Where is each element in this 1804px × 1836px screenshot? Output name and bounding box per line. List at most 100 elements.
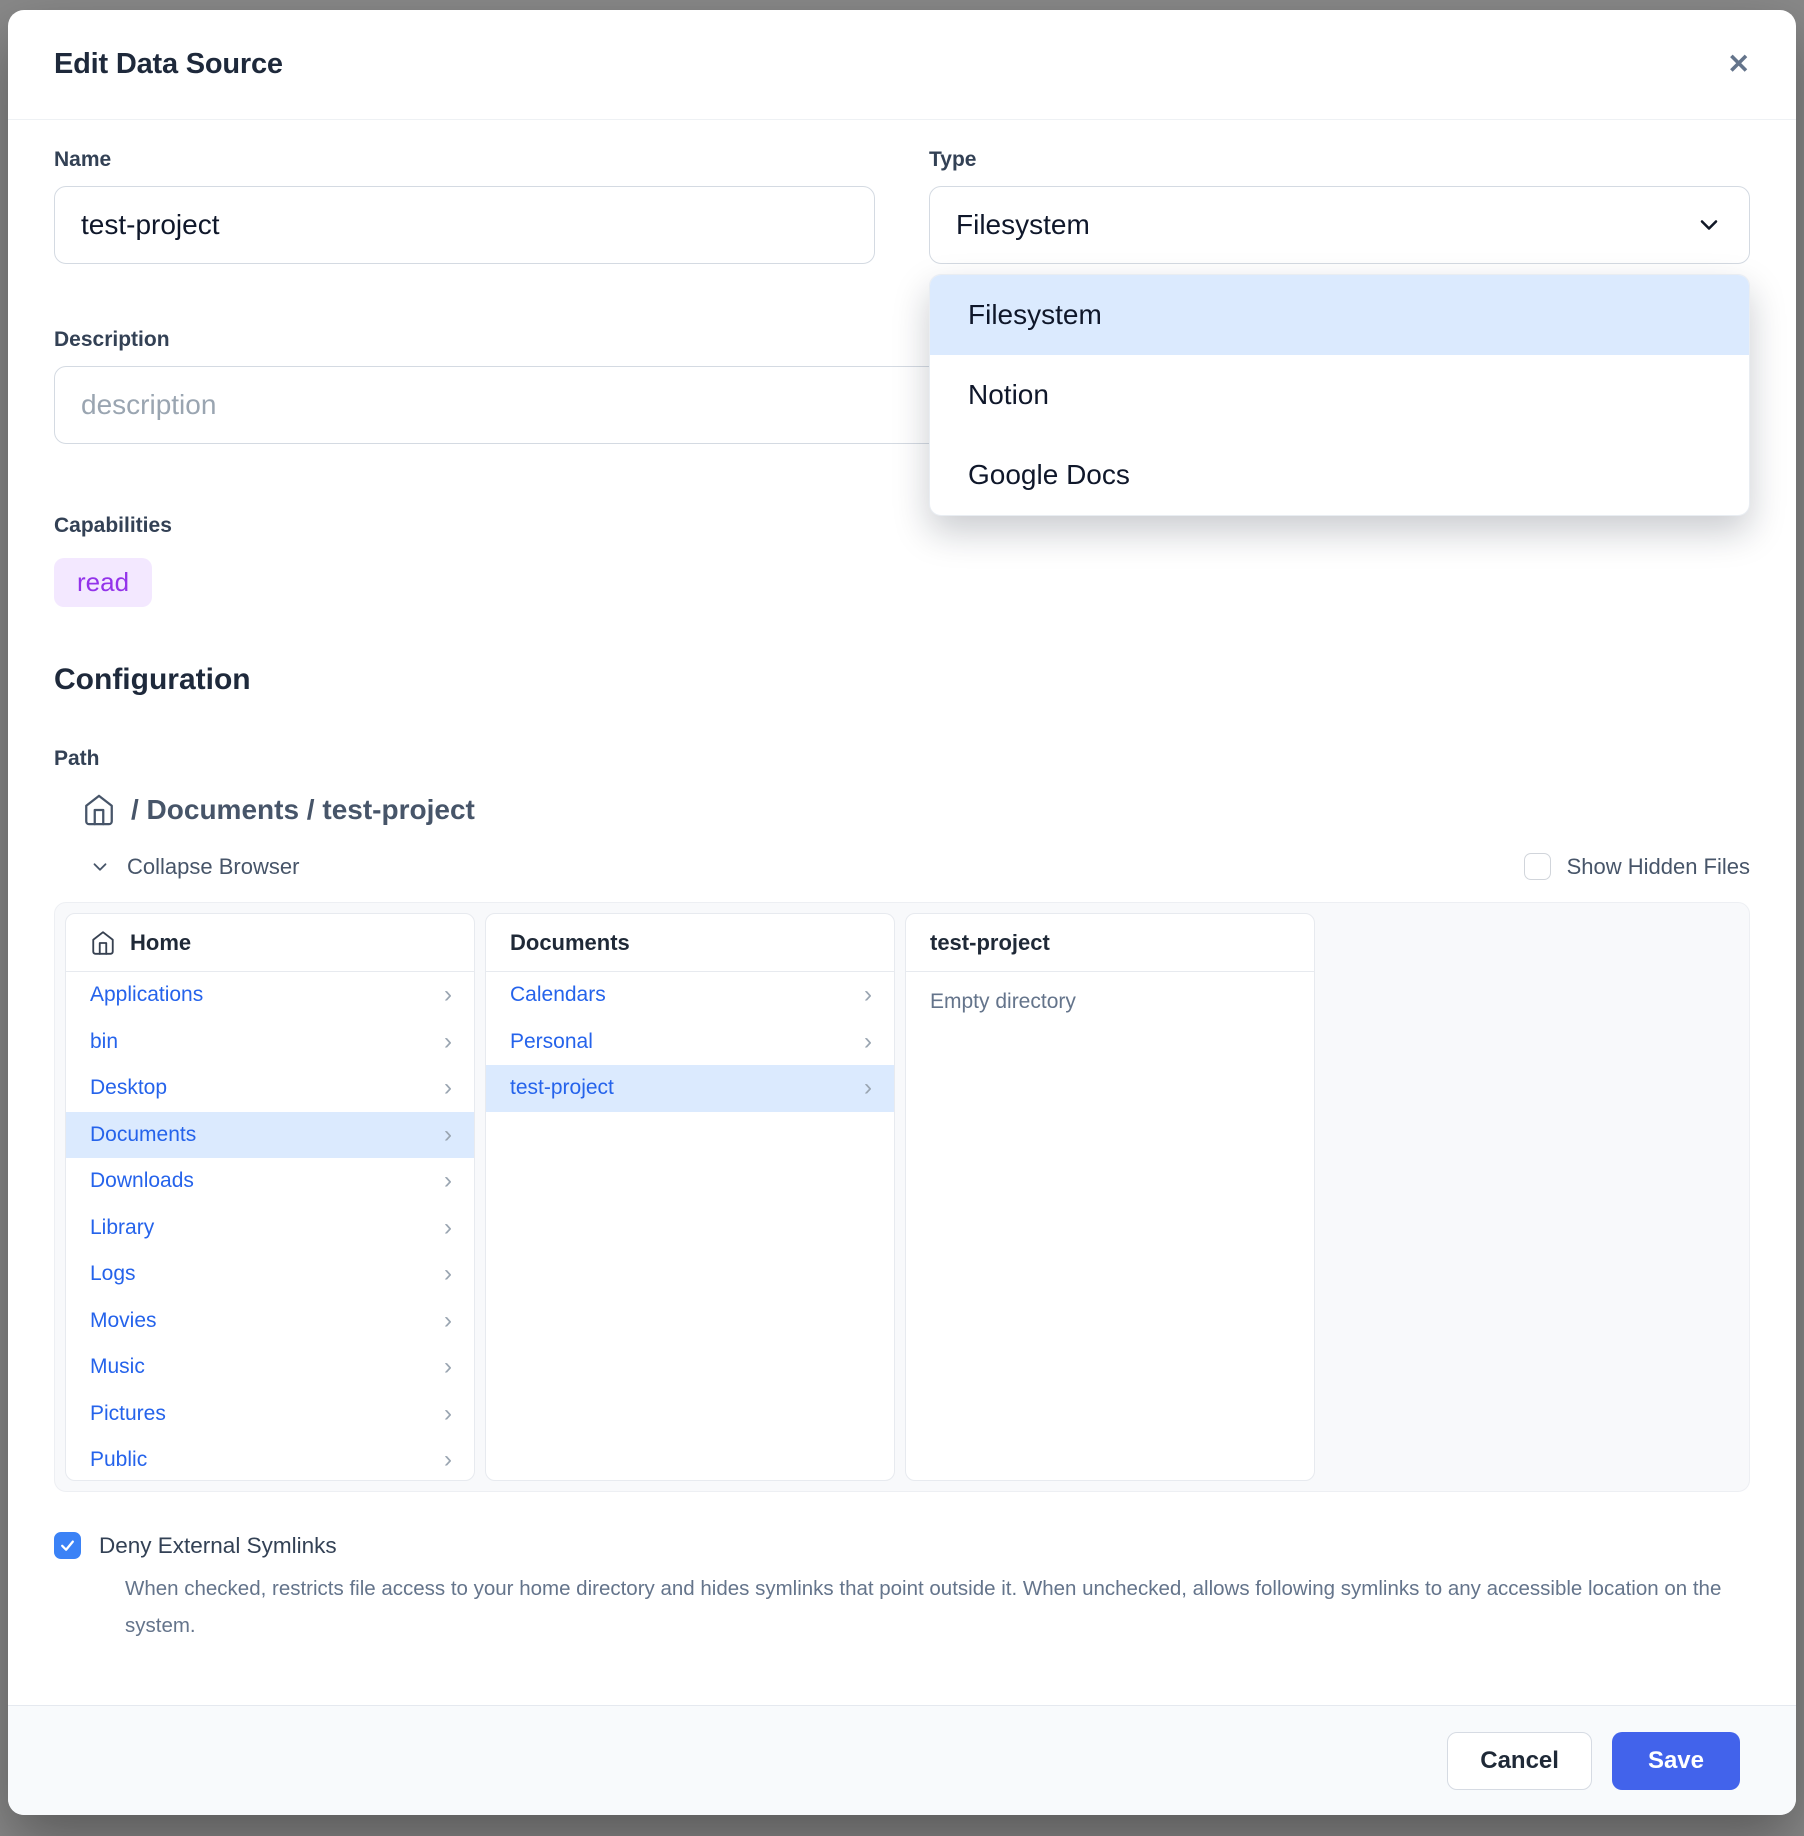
chevron-right-icon: › (444, 1262, 452, 1286)
modal-header: Edit Data Source ✕ (8, 10, 1796, 120)
edit-data-source-modal: Edit Data Source ✕ Name Type Filesystem (8, 10, 1796, 1815)
capabilities-section: Capabilities read (54, 514, 1750, 607)
browser-item[interactable]: bin › (66, 1019, 474, 1066)
show-hidden-files-label: Show Hidden Files (1567, 854, 1750, 880)
type-dropdown-option[interactable]: Notion (930, 355, 1749, 435)
name-label: Name (54, 148, 875, 172)
browser-column-header: Documents (486, 914, 894, 972)
home-icon (90, 930, 116, 956)
browser-item-label: Personal (510, 1030, 593, 1054)
type-dropdown-option[interactable]: Google Docs (930, 435, 1749, 515)
chevron-right-icon: › (864, 1030, 872, 1054)
browser-item[interactable]: Applications › (66, 972, 474, 1019)
browser-item-label: Logs (90, 1262, 136, 1286)
configuration-heading: Configuration (54, 663, 1750, 697)
browser-column-title: Home (130, 930, 191, 956)
type-select[interactable]: Filesystem (929, 186, 1750, 264)
type-label: Type (929, 148, 1750, 172)
deny-symlinks-label: Deny External Symlinks (99, 1533, 337, 1559)
browser-item-label: Public (90, 1448, 147, 1472)
chevron-right-icon: › (444, 1076, 452, 1100)
browser-item[interactable]: Downloads › (66, 1158, 474, 1205)
capabilities-label: Capabilities (54, 514, 1750, 538)
chevron-right-icon: › (444, 1402, 452, 1426)
browser-item-label: Downloads (90, 1169, 194, 1193)
type-dropdown-menu: Filesystem Notion Google Docs (929, 274, 1750, 516)
collapse-browser-label: Collapse Browser (127, 854, 299, 880)
browser-item[interactable]: test-project › (486, 1065, 894, 1112)
browser-item-label: Applications (90, 983, 203, 1007)
capability-badge: read (54, 558, 152, 607)
browser-column-rows: Applications › bin › Desktop › (66, 972, 474, 1481)
symlinks-help-text: When checked, restricts file access to y… (125, 1571, 1725, 1645)
browser-item[interactable]: Personal › (486, 1019, 894, 1066)
modal-title: Edit Data Source (54, 48, 283, 81)
deny-symlinks-toggle[interactable]: Deny External Symlinks (54, 1532, 1750, 1559)
path-label: Path (54, 747, 1750, 771)
type-dropdown-option-label: Notion (968, 379, 1049, 411)
browser-item-label: Pictures (90, 1402, 166, 1426)
browser-controls: Collapse Browser Show Hidden Files (54, 853, 1750, 880)
symlinks-section: Deny External Symlinks When checked, res… (54, 1532, 1750, 1645)
chevron-right-icon: › (864, 1076, 872, 1100)
browser-column-rows: Calendars › Personal › test-project (486, 972, 894, 1112)
browser-item[interactable]: Library › (66, 1205, 474, 1252)
type-dropdown-option[interactable]: Filesystem (930, 275, 1749, 355)
browser-item[interactable]: Desktop › (66, 1065, 474, 1112)
chevron-right-icon: › (444, 1309, 452, 1333)
show-hidden-files-checkbox[interactable] (1524, 853, 1551, 880)
chevron-right-icon: › (444, 1216, 452, 1240)
browser-item-label: Documents (90, 1123, 196, 1147)
empty-directory-text: Empty directory (906, 972, 1314, 1032)
browser-column-title: Documents (510, 930, 630, 956)
browser-column-test-project: test-project Empty directory (905, 913, 1315, 1481)
browser-column-header: Home (66, 914, 474, 972)
chevron-down-icon (1695, 211, 1723, 239)
browser-item-label: Desktop (90, 1076, 167, 1100)
browser-item[interactable]: Movies › (66, 1298, 474, 1345)
browser-column-documents: Documents Calendars › Personal › (485, 913, 895, 1481)
collapse-browser-toggle[interactable]: Collapse Browser (54, 854, 299, 880)
chevron-right-icon: › (444, 1355, 452, 1379)
name-input[interactable] (54, 186, 875, 264)
browser-item[interactable]: Logs › (66, 1251, 474, 1298)
type-select-value: Filesystem (956, 209, 1090, 241)
file-browser: Home Applications › bin › (54, 902, 1750, 1492)
browser-column-home: Home Applications › bin › (65, 913, 475, 1481)
modal-body: Name Type Filesystem (8, 120, 1796, 1645)
chevron-right-icon: › (864, 983, 872, 1007)
modal-footer: Cancel Save (8, 1705, 1796, 1815)
browser-item-label: bin (90, 1030, 118, 1054)
cancel-button[interactable]: Cancel (1447, 1732, 1592, 1790)
chevron-down-icon (89, 856, 111, 878)
capabilities-badges: read (54, 558, 1750, 607)
type-dropdown-option-label: Filesystem (968, 299, 1102, 331)
browser-item-label: Calendars (510, 983, 606, 1007)
browser-item[interactable]: Pictures › (66, 1391, 474, 1438)
browser-item[interactable]: Calendars › (486, 972, 894, 1019)
browser-item-label: test-project (510, 1076, 614, 1100)
browser-item[interactable]: Documents › (66, 1112, 474, 1159)
deny-symlinks-checkbox[interactable] (54, 1532, 81, 1559)
type-dropdown-option-label: Google Docs (968, 459, 1130, 491)
chevron-right-icon: › (444, 1030, 452, 1054)
type-field: Type Filesystem Filesystem (929, 148, 1750, 264)
home-icon[interactable] (82, 793, 116, 827)
close-icon[interactable]: ✕ (1727, 51, 1750, 78)
name-field: Name (54, 148, 875, 264)
browser-item-label: Movies (90, 1309, 157, 1333)
browser-item[interactable]: Music › (66, 1344, 474, 1391)
browser-column-header: test-project (906, 914, 1314, 972)
chevron-right-icon: › (444, 983, 452, 1007)
chevron-right-icon: › (444, 1123, 452, 1147)
show-hidden-files-toggle[interactable]: Show Hidden Files (1524, 853, 1750, 880)
browser-item-label: Library (90, 1216, 154, 1240)
browser-item[interactable]: Public › (66, 1437, 474, 1481)
browser-column-title: test-project (930, 930, 1050, 956)
breadcrumb: / Documents / test-project (54, 793, 1750, 827)
breadcrumb-path: / Documents / test-project (131, 794, 475, 826)
browser-item-label: Music (90, 1355, 145, 1379)
save-button[interactable]: Save (1612, 1732, 1740, 1790)
modal-backdrop: Edit Data Source ✕ Name Type Filesystem (0, 0, 1804, 1836)
chevron-right-icon: › (444, 1448, 452, 1472)
